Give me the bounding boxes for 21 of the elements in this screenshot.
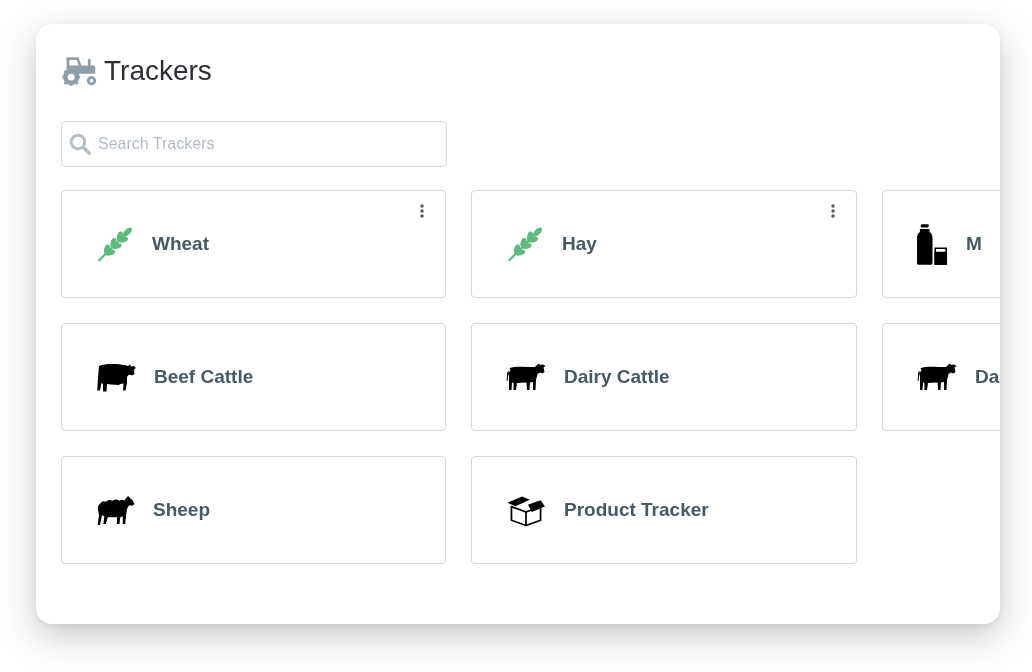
tracker-card[interactable]: Da [882, 323, 1000, 431]
milk-bottle-icon [917, 223, 948, 265]
cow-icon [917, 363, 957, 391]
cow-icon [506, 363, 546, 391]
page-title: Trackers [104, 54, 212, 88]
tracker-card[interactable]: Hay [471, 190, 857, 298]
search-icon [69, 133, 91, 155]
wheat-sprig-icon [506, 225, 544, 263]
tracker-card[interactable]: Sheep [61, 456, 446, 564]
tracker-card[interactable]: M [882, 190, 1000, 298]
more-options-icon[interactable] [831, 204, 835, 218]
tracker-card[interactable]: Wheat [61, 190, 446, 298]
cow-icon [96, 362, 136, 392]
tracker-card[interactable]: Beef Cattle [61, 323, 446, 431]
sheep-icon [96, 494, 135, 526]
wheat-sprig-icon [96, 225, 134, 263]
search-field[interactable]: Search Trackers [61, 121, 447, 167]
tracker-card[interactable]: Dairy Cattle [471, 323, 857, 431]
tracker-card[interactable]: Product Tracker [471, 456, 857, 564]
tractor-icon [61, 56, 98, 86]
more-options-icon[interactable] [420, 204, 424, 218]
